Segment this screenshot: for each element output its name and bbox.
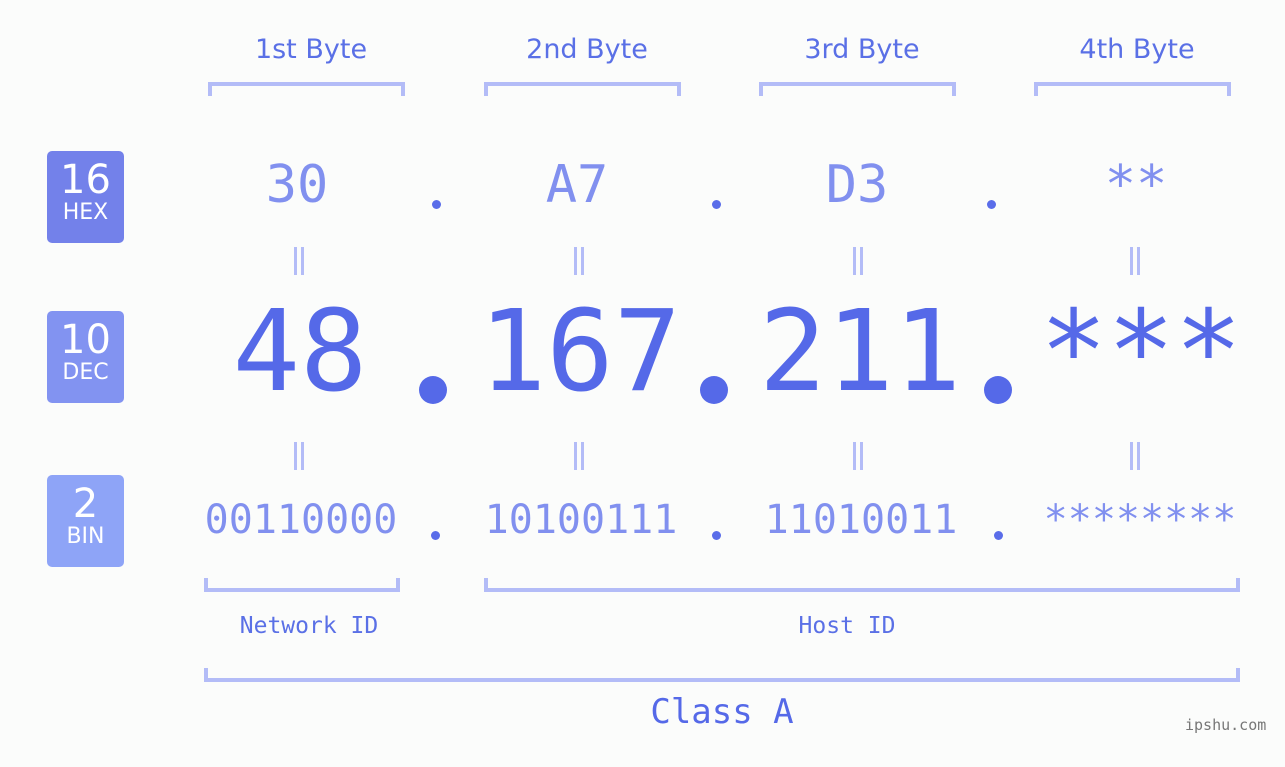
bin-dot-1 [431, 531, 440, 540]
dec-value-1: 48 [232, 287, 368, 417]
bin-value-4: ******** [1043, 497, 1237, 543]
hex-value-3: D3 [825, 155, 889, 215]
byte-bracket-3 [759, 82, 956, 96]
bin-value-3: 11010011 [764, 497, 958, 543]
equals-icon [572, 442, 586, 470]
equals-icon [292, 247, 306, 275]
dec-value-2: 167 [478, 287, 682, 417]
dec-badge-number: 10 [60, 317, 111, 363]
dec-dot-3 [984, 376, 1012, 404]
bin-badge-label: BIN [66, 524, 105, 549]
byte-bracket-1 [208, 82, 405, 96]
equals-icon [292, 442, 306, 470]
dec-value-4: *** [1039, 287, 1243, 417]
bin-dot-2 [712, 531, 721, 540]
hex-badge-label: HEX [62, 200, 109, 225]
hex-dot-3 [987, 200, 996, 209]
byte-header-3: 3rd Byte [804, 34, 920, 65]
byte-header-4: 4th Byte [1079, 34, 1195, 65]
hex-badge-number: 16 [60, 157, 111, 203]
hex-dot-2 [712, 200, 721, 209]
bin-badge: 2 BIN [47, 475, 124, 567]
dec-badge-label: DEC [62, 360, 109, 385]
byte-bracket-2 [484, 82, 681, 96]
byte-header-1: 1st Byte [254, 34, 368, 65]
watermark: ipshu.com [1185, 716, 1267, 734]
class-label: Class A [650, 692, 794, 732]
equals-icon [1128, 247, 1142, 275]
equals-icon [1128, 442, 1142, 470]
byte-bracket-4 [1034, 82, 1231, 96]
hex-value-2: A7 [545, 155, 609, 215]
class-bracket [204, 668, 1240, 682]
dec-dot-2 [700, 376, 728, 404]
dec-value-3: 211 [758, 287, 962, 417]
bin-value-1: 00110000 [204, 497, 398, 543]
equals-icon [851, 247, 865, 275]
network-id-bracket [204, 578, 400, 592]
host-id-label: Host ID [798, 613, 896, 639]
bin-badge-number: 2 [72, 481, 99, 527]
dec-badge: 10 DEC [47, 311, 124, 403]
host-id-bracket [484, 578, 1240, 592]
equals-icon [851, 442, 865, 470]
bin-value-2: 10100111 [484, 497, 678, 543]
byte-header-2: 2nd Byte [526, 34, 648, 65]
hex-dot-1 [432, 200, 441, 209]
hex-value-4: ** [1104, 155, 1168, 215]
hex-badge: 16 HEX [47, 151, 124, 243]
network-id-label: Network ID [239, 613, 379, 639]
hex-value-1: 30 [265, 155, 329, 215]
dec-dot-1 [419, 376, 447, 404]
equals-icon [572, 247, 586, 275]
bin-dot-3 [994, 531, 1003, 540]
